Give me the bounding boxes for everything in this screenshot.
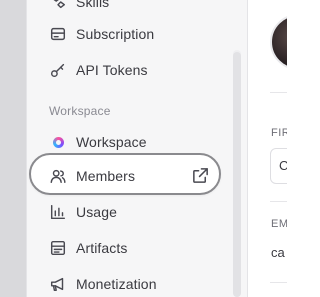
app-frame: Skills Subscription API Tokens Workspace… [0,0,287,297]
divider [270,92,287,93]
sidebar-item-monetization[interactable]: Monetization [48,270,157,297]
sidebar-item-members[interactable]: Members [48,162,135,190]
sidebar-item-api-tokens[interactable]: API Tokens [48,56,148,84]
megaphone-icon [48,274,68,294]
email-label: EM [271,218,287,230]
sidebar-scrollbar-thumb[interactable] [233,52,241,297]
sidebar-item-usage[interactable]: Usage [48,198,117,226]
sidebar-item-label: Usage [76,204,117,220]
first-name-value: C [279,158,287,173]
workspace-logo-icon [48,132,68,152]
sidebar-item-label: Skills [76,0,110,10]
section-label-workspace: Workspace [49,104,111,118]
sidebar-item-label: Members [76,168,136,184]
sidebar-item-label: Workspace [76,134,147,150]
first-name-label: FIR [271,127,287,139]
divider [270,201,287,202]
sidebar-item-subscription[interactable]: Subscription [48,20,154,48]
users-icon [48,166,68,186]
sidebar-item-skills[interactable]: Skills [48,0,109,16]
sidebar-item-workspace[interactable]: Workspace [48,128,147,156]
sidebar-item-label: API Tokens [76,62,148,78]
sidebar-item-label: Monetization [76,276,157,292]
email-value: ca [271,245,285,260]
credit-card-icon [48,24,68,44]
key-icon [48,60,68,80]
bar-chart-icon [48,202,68,222]
sidebar-item-artifacts[interactable]: Artifacts [48,234,127,262]
artifact-icon [48,238,68,258]
sidebar-item-label: Artifacts [76,240,128,256]
divider [270,282,287,283]
skills-icon [48,0,68,12]
external-link-icon[interactable] [191,166,211,186]
sidebar-item-label: Subscription [76,26,155,42]
first-name-input[interactable]: C [270,148,287,184]
